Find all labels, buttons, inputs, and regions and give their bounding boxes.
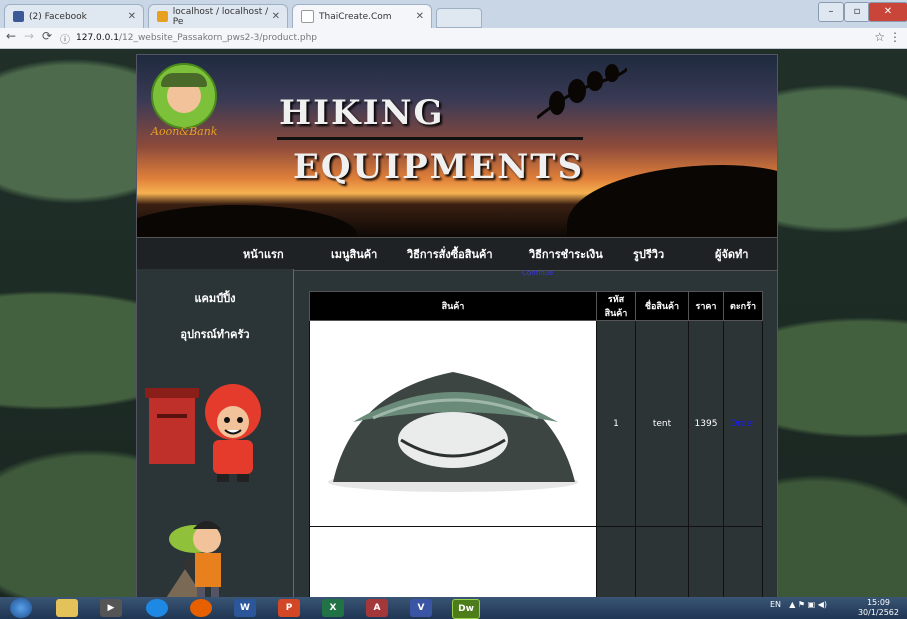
chrome-icon[interactable]: [146, 599, 168, 617]
language-indicator[interactable]: EN: [770, 600, 781, 609]
phpmyadmin-icon: [157, 11, 168, 22]
col-header-name: ชื่อสินค้า: [635, 291, 689, 321]
windows-taskbar: ▶ W P X A V Dw EN ▲ ⚑ ▣ ◀) 15:09 30/1/25…: [0, 597, 907, 619]
nav-home[interactable]: หน้าแรก: [243, 245, 284, 263]
sidebar-item-kitchen[interactable]: อุปกรณ์ทำครัว: [137, 325, 293, 343]
col-header-cart: ตะกร้า: [723, 291, 763, 321]
tab-label: ThaiCreate.Com: [319, 11, 392, 22]
sidebar-item-camping[interactable]: แคมป์ปิ้ง: [137, 289, 293, 307]
tab-facebook[interactable]: (2) Facebook ✕: [4, 4, 144, 28]
col-header-id: รหัสสินค้า: [596, 291, 636, 321]
nav-reviews[interactable]: รูปรีวิว: [633, 245, 664, 263]
address-bar-row: ← → ⟳ ⓘ 127.0.0.1/12_website_Passakorn_p…: [0, 28, 907, 49]
close-window-button[interactable]: ✕: [868, 2, 907, 22]
product-price-cell: 1395: [688, 320, 724, 527]
product-image: [313, 530, 593, 597]
nav-payment[interactable]: วิธีการชำระเงิน: [529, 245, 603, 263]
col-header-price: ราคา: [688, 291, 724, 321]
banner: Aoon&Bank HIKING EQUIPMENTS: [137, 55, 777, 237]
hill-shape: [137, 205, 357, 237]
product-name-cell: [635, 526, 689, 597]
back-icon[interactable]: ←: [6, 29, 16, 43]
add-to-cart-link[interactable]: Order: [730, 419, 756, 429]
page-icon: [301, 10, 314, 23]
col-header-product: สินค้า: [309, 291, 597, 321]
tab-localhost[interactable]: localhost / localhost / Pe ✕: [148, 4, 288, 28]
forward-icon[interactable]: →: [24, 29, 34, 43]
new-tab-button[interactable]: [436, 8, 482, 28]
product-cart-cell: Order: [723, 320, 763, 527]
bookmark-star-icon[interactable]: ☆: [874, 30, 885, 44]
file-explorer-icon[interactable]: [56, 599, 78, 617]
visio-icon[interactable]: V: [410, 599, 432, 617]
mailbox-mascot-image: [145, 374, 270, 484]
close-icon[interactable]: ✕: [272, 11, 280, 22]
main-nav: หน้าแรก เมนูสินค้า วิธีการสั่งซื้อสินค้า…: [137, 237, 777, 271]
tray-icons[interactable]: ▲ ⚑ ▣ ◀): [789, 600, 827, 609]
browser-tab-bar: (2) Facebook ✕ localhost / localhost / P…: [0, 0, 907, 28]
media-player-icon[interactable]: ▶: [100, 599, 122, 617]
product-price-cell: [688, 526, 724, 597]
url-host: 127.0.0.1: [76, 33, 119, 43]
hiker-mascot-image: [155, 509, 255, 597]
facebook-icon: [13, 11, 24, 22]
product-name-cell: tent: [635, 320, 689, 527]
table-row: 1 tent 1395 Order: [309, 320, 763, 527]
access-icon[interactable]: A: [366, 599, 388, 617]
url-path: /12_website_Passakorn_pws2-3/product.php: [118, 33, 317, 43]
word-icon[interactable]: W: [234, 599, 256, 617]
clock-date: 30/1/2562: [857, 608, 899, 617]
nav-how-to-order[interactable]: วิธีการสั่งซื้อสินค้า: [407, 245, 493, 263]
banner-title-1: HIKING: [279, 93, 445, 133]
mascot-hat: [161, 73, 207, 87]
tab-label: localhost / localhost / Pe: [172, 6, 269, 27]
product-image-cell: [309, 526, 597, 597]
page-background: Aoon&Bank HIKING EQUIPMENTS หน้าแรก เมนู…: [0, 49, 907, 597]
info-icon[interactable]: ⓘ: [60, 31, 70, 46]
product-cart-cell: [723, 526, 763, 597]
url-field[interactable]: 127.0.0.1/12_website_Passakorn_pws2-3/pr…: [76, 30, 881, 46]
product-id-cell: [596, 526, 636, 597]
content-area: สินค้า รหัสสินค้า ชื่อสินค้า ราคา ตะกร้า: [293, 269, 777, 597]
logo[interactable]: [151, 63, 217, 129]
powerpoint-icon[interactable]: P: [278, 599, 300, 617]
product-id-cell: 1: [596, 320, 636, 527]
product-table: สินค้า รหัสสินค้า ชื่อสินค้า ราคา ตะกร้า: [309, 291, 763, 597]
tab-label: (2) Facebook: [29, 11, 87, 22]
start-button[interactable]: [10, 598, 32, 618]
clock-time: 15:09: [866, 598, 891, 607]
excel-icon[interactable]: X: [322, 599, 344, 617]
banner-divider: [277, 137, 583, 140]
reload-icon[interactable]: ⟳: [42, 29, 52, 43]
product-image-cell: [309, 320, 597, 527]
minimize-button[interactable]: –: [818, 2, 844, 22]
table-row: [309, 526, 763, 597]
branch-shape: [536, 63, 629, 123]
table-header-row: สินค้า รหัสสินค้า ชื่อสินค้า ราคา ตะกร้า: [309, 291, 763, 321]
logo-text: Aoon&Bank: [151, 125, 218, 138]
tent-image: [328, 372, 578, 492]
close-icon[interactable]: ✕: [416, 11, 424, 22]
system-clock[interactable]: 15:09 30/1/2562: [858, 598, 899, 618]
sidebar: แคมป์ปิ้ง อุปกรณ์ทำครัว: [137, 269, 294, 597]
nav-products[interactable]: เมนูสินค้า: [331, 245, 377, 263]
maximize-button[interactable]: ▫: [844, 2, 870, 22]
banner-title-2: EQUIPMENTS: [293, 147, 585, 187]
tab-thaicreate[interactable]: ThaiCreate.Com ✕: [292, 4, 432, 28]
firefox-icon[interactable]: [190, 599, 212, 617]
browser-menu-icon[interactable]: ⋮: [889, 30, 901, 44]
nav-about[interactable]: ผู้จัดทำ: [715, 245, 748, 263]
close-icon[interactable]: ✕: [128, 11, 136, 22]
dreamweaver-icon[interactable]: Dw: [452, 599, 480, 619]
site-container: Aoon&Bank HIKING EQUIPMENTS หน้าแรก เมนู…: [136, 54, 778, 597]
hill-shape: [567, 165, 777, 237]
